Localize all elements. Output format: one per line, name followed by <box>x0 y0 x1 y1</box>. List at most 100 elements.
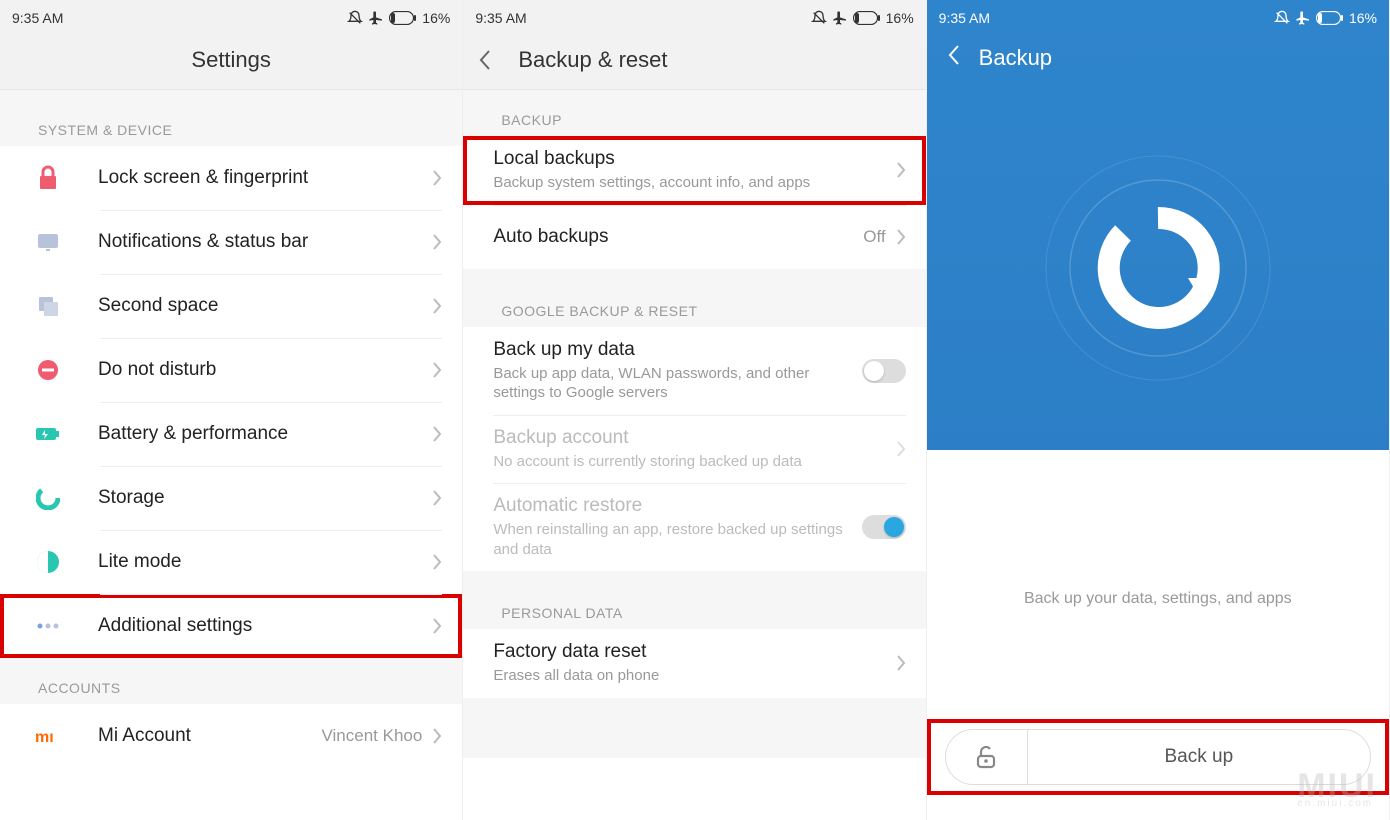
settings-row-dnd[interactable]: Do not disturb <box>0 338 462 402</box>
battery-icon <box>1316 11 1344 25</box>
airplane-icon <box>832 10 848 26</box>
row-label: Battery & performance <box>98 423 432 445</box>
settings-screen: 9:35 AM 16% Settings SYSTEM & DEVICE Loc… <box>0 0 463 820</box>
settings-list[interactable]: SYSTEM & DEVICE Lock screen & fingerprin… <box>0 90 462 820</box>
airplane-icon <box>368 10 384 26</box>
row-backup-my-data[interactable]: Back up my data Back up app data, WLAN p… <box>463 327 925 415</box>
chevron-right-icon <box>432 169 442 187</box>
storage-icon <box>30 480 66 516</box>
chevron-right-icon <box>896 654 906 672</box>
battery-pct: 16% <box>1349 10 1377 26</box>
settings-row-mi-account[interactable]: mı Mi Account Vincent Khoo <box>0 704 462 768</box>
section-header-google: GOOGLE BACKUP & RESET <box>463 281 925 327</box>
chevron-right-icon <box>432 425 442 443</box>
battery-pct: 16% <box>886 10 914 26</box>
row-label: Lock screen & fingerprint <box>98 167 432 189</box>
backup-header: Backup <box>927 30 1389 85</box>
row-backup-account: Backup account No account is currently s… <box>463 415 925 484</box>
section-header-system: SYSTEM & DEVICE <box>0 100 462 146</box>
lock-button[interactable] <box>946 730 1028 784</box>
backup-reset-list[interactable]: BACKUP Local backups Backup system setti… <box>463 90 925 820</box>
chevron-right-icon <box>432 361 442 379</box>
status-time: 9:35 AM <box>939 10 990 26</box>
row-label: Backup account <box>493 427 895 449</box>
row-sub: Backup system settings, account info, an… <box>493 173 895 193</box>
section-header-personal: PERSONAL DATA <box>463 583 925 629</box>
toggle-on <box>862 515 906 539</box>
battery-icon <box>853 11 881 25</box>
status-bar: 9:35 AM 16% <box>0 0 462 30</box>
page-title: Backup & reset <box>518 47 667 73</box>
more-icon <box>30 608 66 644</box>
settings-row-lock[interactable]: Lock screen & fingerprint <box>0 146 462 210</box>
row-sub: No account is currently storing backed u… <box>493 452 895 472</box>
chevron-right-icon <box>432 617 442 635</box>
battery-perf-icon <box>30 416 66 452</box>
row-label: Notifications & status bar <box>98 231 432 253</box>
backup-reset-screen: 9:35 AM 16% Backup & reset BACKUP Local … <box>463 0 926 820</box>
lock-icon <box>30 160 66 196</box>
back-button[interactable] <box>947 44 961 71</box>
chevron-right-icon <box>896 161 906 179</box>
chevron-right-icon <box>432 727 442 745</box>
status-icons: 16% <box>347 10 450 26</box>
back-button[interactable] <box>478 49 492 71</box>
backup-ring-icon <box>927 85 1389 450</box>
backup-message: Back up your data, settings, and apps <box>927 450 1389 608</box>
page-title: Settings <box>191 47 271 73</box>
row-label: Additional settings <box>98 615 432 637</box>
settings-row-lite-mode[interactable]: Lite mode <box>0 530 462 594</box>
row-label: Lite mode <box>98 551 432 573</box>
row-value: Vincent Khoo <box>322 726 423 746</box>
backup-screen: 9:35 AM 16% Backup Back up your data, se… <box>927 0 1390 820</box>
page-title: Backup <box>979 45 1052 71</box>
airplane-icon <box>1295 10 1311 26</box>
row-label: Auto backups <box>493 226 863 248</box>
mi-logo-icon: mı <box>30 718 66 754</box>
row-label: Do not disturb <box>98 359 432 381</box>
status-time: 9:35 AM <box>12 10 63 26</box>
section-header-backup: BACKUP <box>463 90 925 136</box>
row-label: Factory data reset <box>493 641 895 663</box>
row-factory-reset[interactable]: Factory data reset Erases all data on ph… <box>463 629 925 698</box>
row-label: Second space <box>98 295 432 317</box>
row-auto-backups[interactable]: Auto backups Off <box>463 205 925 269</box>
status-time: 9:35 AM <box>475 10 526 26</box>
watermark: MIUI en.miui.com <box>1297 773 1377 808</box>
do-not-disturb-icon <box>30 352 66 388</box>
settings-row-storage[interactable]: Storage <box>0 466 462 530</box>
backup-reset-header: Backup & reset <box>463 30 925 90</box>
row-label: Local backups <box>493 148 895 170</box>
notifications-icon <box>30 224 66 260</box>
battery-icon <box>389 11 417 25</box>
section-header-accounts: ACCOUNTS <box>0 658 462 704</box>
unlock-icon <box>973 744 999 770</box>
settings-row-battery[interactable]: Battery & performance <box>0 402 462 466</box>
row-sub: Erases all data on phone <box>493 666 895 686</box>
dnd-icon <box>1274 10 1290 26</box>
svg-text:mı: mı <box>35 729 54 746</box>
row-value: Off <box>863 227 885 247</box>
row-label: Mi Account <box>98 725 322 747</box>
row-local-backups[interactable]: Local backups Backup system settings, ac… <box>463 136 925 205</box>
chevron-right-icon <box>896 440 906 458</box>
chevron-right-icon <box>432 553 442 571</box>
toggle-off[interactable] <box>862 359 906 383</box>
row-label: Storage <box>98 487 432 509</box>
settings-row-notifications[interactable]: Notifications & status bar <box>0 210 462 274</box>
status-icons: 16% <box>1274 10 1377 26</box>
settings-row-second-space[interactable]: Second space <box>0 274 462 338</box>
row-label: Back up my data <box>493 339 861 361</box>
chevron-right-icon <box>432 489 442 507</box>
battery-pct: 16% <box>422 10 450 26</box>
settings-row-additional[interactable]: Additional settings <box>0 594 462 658</box>
second-space-icon <box>30 288 66 324</box>
row-label: Automatic restore <box>493 495 861 517</box>
status-bar: 9:35 AM 16% <box>927 0 1389 30</box>
chevron-right-icon <box>432 297 442 315</box>
chevron-right-icon <box>432 233 442 251</box>
dnd-icon <box>347 10 363 26</box>
row-automatic-restore: Automatic restore When reinstalling an a… <box>463 483 925 571</box>
settings-header: Settings <box>0 30 462 90</box>
chevron-right-icon <box>896 228 906 246</box>
